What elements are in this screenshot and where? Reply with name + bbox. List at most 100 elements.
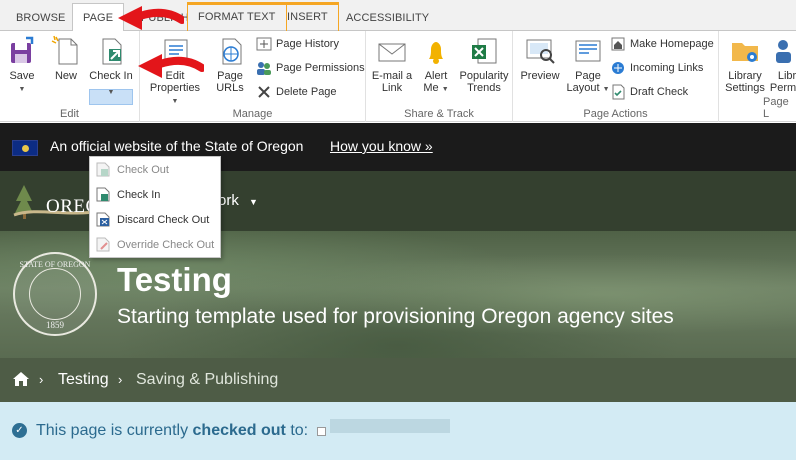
discard-check-out-icon [96,212,110,227]
group-page-library: Library Settings Libr Permis Page L [719,31,796,122]
library-settings-icon [729,35,761,67]
page-layout-button[interactable]: Page Layout ▼ [565,35,611,96]
red-arrow-annotation-check-in [138,54,204,78]
tab-format-text[interactable]: FORMAT TEXT [187,2,287,31]
bell-icon [420,35,452,67]
page-layout-label-1: Page [575,70,601,82]
menu-item-label: Discard Check Out [117,214,210,226]
chevron-right-icon: › [118,372,123,387]
check-in-button[interactable]: Check In ▼ [89,35,133,96]
links-icon [610,60,626,76]
users-icon [256,60,272,76]
users-icon [771,35,796,67]
how-you-know-link[interactable]: How you know » [330,138,433,154]
group-label-edit: Edit [60,108,79,120]
page-urls-label-1: Page [217,70,243,82]
page-history-label: Page History [276,38,339,50]
new-button[interactable]: New [48,35,84,82]
library-settings-label-2: Settings [725,82,765,94]
checkout-status-bar: ✓ This page is currently checked out to: [0,402,796,460]
alert-label-1: Alert [424,70,448,82]
page-permissions-label: Page Permissions [276,62,365,74]
page-permissions-button[interactable]: Page Permissions [256,58,365,78]
delete-page-label: Delete Page [276,86,337,98]
page-urls-label-2: URLs [216,82,244,94]
group-label-page-actions: Page Actions [583,108,648,120]
incoming-links-label: Incoming Links [630,62,704,74]
chevron-down-icon: ▼ [107,89,115,96]
homepage-icon [610,36,626,52]
check-in-label: Check In [89,70,133,82]
page-history-icon [256,36,272,52]
user-presence-icon [317,427,326,436]
page-history-button[interactable]: Page History [256,34,339,54]
group-edit: Save ▼ New Check In ▼ Edit [0,31,140,122]
chevron-down-icon: ▼ [602,86,610,93]
library-permissions-label-1: Libr [777,70,796,82]
breadcrumb-item-current: Saving & Publishing [136,371,279,388]
draft-check-label: Draft Check [630,86,689,98]
popularity-trends-button[interactable]: Popularity Trends [458,35,510,94]
status-prefix: This page is currently [36,422,193,439]
save-label: Save [9,70,35,82]
menu-item-discard-check-out[interactable]: Discard Check Out [90,208,220,232]
group-page-actions: Preview Page Layout ▼ Make Homepage Inco… [513,31,719,122]
check-in-icon [96,187,110,202]
menu-item-check-in[interactable]: Check In [90,183,220,207]
ribbon: Save ▼ New Check In ▼ Edit Edit Properti… [0,31,796,122]
preview-button[interactable]: Preview [517,35,563,82]
menu-item-label: Check In [117,189,161,201]
preview-label: Preview [520,70,560,82]
alert-label-2: Me [423,82,439,94]
email-icon [376,35,408,67]
home-icon[interactable] [12,371,30,387]
page-urls-icon [214,35,246,67]
make-homepage-button[interactable]: Make Homepage [610,34,714,54]
library-permissions-label-2: Permis [769,82,796,94]
chevron-right-icon: › [39,372,44,387]
group-label-page-library: Page L [763,96,789,120]
nav-item-work[interactable]: ork ▼ [218,192,258,209]
official-website-text: An official website of the State of Oreg… [50,138,304,154]
menu-item-check-out[interactable]: Check Out [90,158,220,182]
email-label-1: E-mail a [371,70,413,82]
save-button[interactable]: Save ▼ [4,35,40,96]
menu-item-override-check-out[interactable]: Override Check Out [90,233,220,257]
group-label-share-track: Share & Track [404,108,474,120]
library-settings-button[interactable]: Library Settings [725,35,765,94]
delete-icon [256,84,272,100]
alert-me-button[interactable]: Alert Me ▼ [418,35,454,96]
library-permissions-button[interactable]: Libr Permis [767,35,796,94]
seal-year-text: 1859 [46,320,64,330]
red-arrow-annotation-tab [118,6,184,30]
override-check-out-icon [96,237,110,252]
breadcrumb: › Testing › Saving & Publishing [0,358,796,402]
status-suffix: to: [285,422,309,439]
chevron-down-icon: ▼ [249,197,258,207]
breadcrumb-item-testing[interactable]: Testing [58,371,109,389]
chevron-down-icon: ▼ [171,98,179,105]
site-title: Testing [117,261,232,298]
check-circle-icon: ✓ [12,423,27,438]
make-homepage-label: Make Homepage [630,38,714,50]
chevron-down-icon: ▼ [441,86,449,93]
group-share-track: E-mail a Link Alert Me ▼ Popularity Tren… [366,31,513,122]
new-label: New [54,70,77,82]
status-bold: checked out [192,422,286,439]
draft-check-button[interactable]: Draft Check [610,82,688,102]
excel-icon [468,35,500,67]
state-seal-icon: STATE OF OREGON 1859 [13,252,97,336]
menu-item-label: Override Check Out [117,239,215,251]
page-urls-button[interactable]: Page URLs [212,35,248,94]
page-layout-label-2: Layout [566,82,600,94]
save-icon [6,35,38,67]
tab-accessibility[interactable]: ACCESSIBILITY [336,6,439,31]
tab-insert[interactable]: INSERT [277,2,339,31]
delete-page-button[interactable]: Delete Page [256,82,337,102]
popularity-label-2: Trends [467,82,501,94]
library-settings-label-1: Library [728,70,762,82]
chevron-down-icon: ▼ [18,86,26,93]
incoming-links-button[interactable]: Incoming Links [610,58,703,78]
email-link-button[interactable]: E-mail a Link [370,35,414,94]
tab-browse[interactable]: BROWSE [6,6,76,31]
